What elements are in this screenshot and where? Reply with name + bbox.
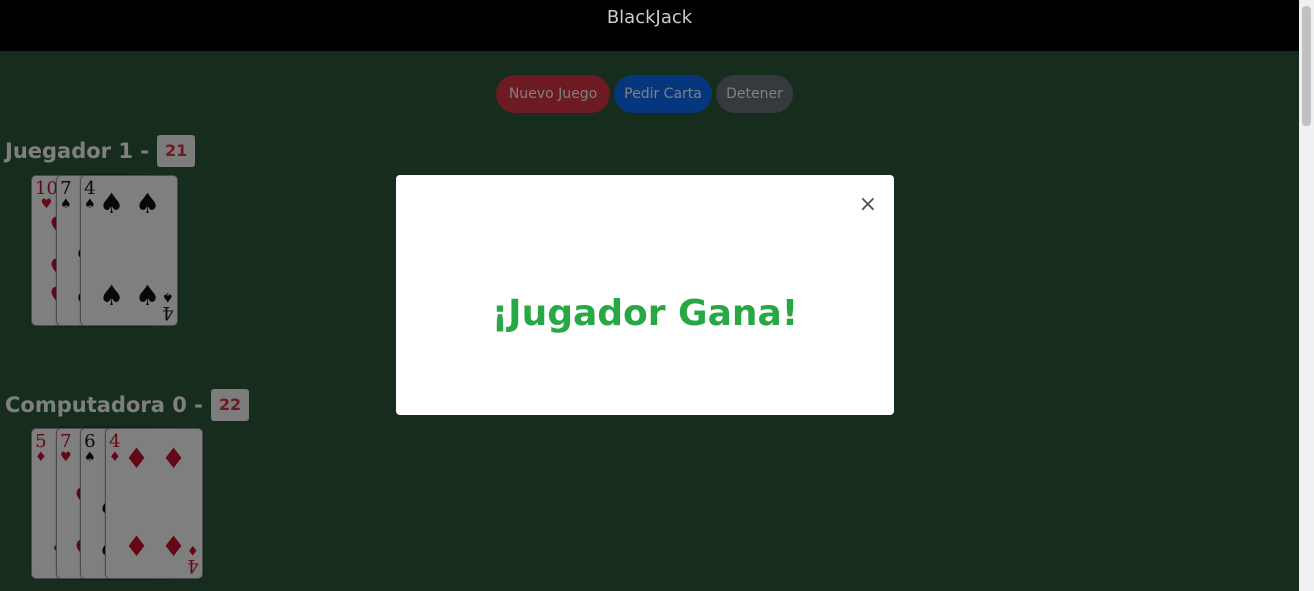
result-message: ¡Jugador Gana! [491,293,799,334]
app-header: BlackJack [0,0,1299,51]
app-title: BlackJack [606,7,693,28]
result-modal: × ¡Jugador Gana! [396,175,894,415]
close-icon[interactable]: × [859,194,877,216]
scrollbar-thumb[interactable] [1302,6,1311,126]
vertical-scrollbar[interactable] [1299,0,1314,591]
